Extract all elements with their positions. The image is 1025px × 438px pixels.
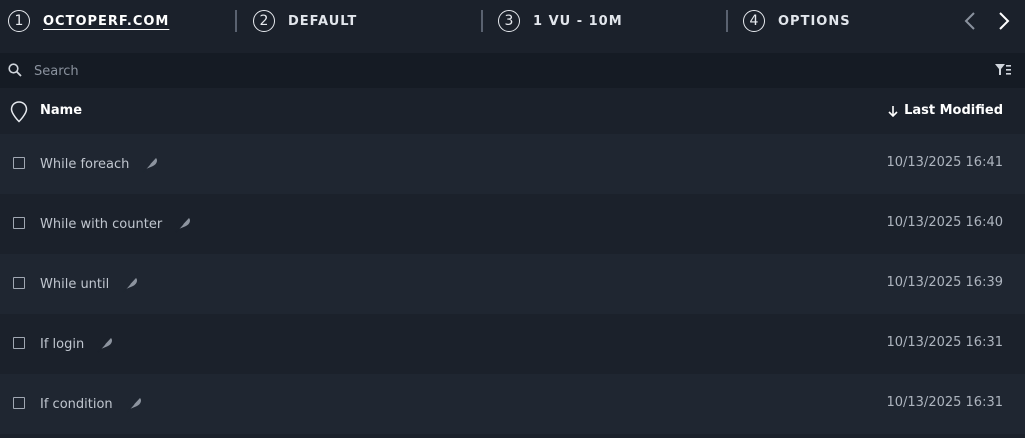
row-last-modified: 10/13/2025 16:41 bbox=[886, 155, 1003, 170]
row-last-modified: 10/13/2025 16:40 bbox=[886, 215, 1003, 230]
row-name-label: If login bbox=[40, 336, 85, 352]
feather-edit-icon[interactable] bbox=[141, 155, 159, 173]
step-divider bbox=[235, 10, 237, 32]
step-label: 1 VU - 10M bbox=[533, 13, 623, 29]
row-checkbox[interactable] bbox=[13, 277, 25, 289]
step-number: 4 bbox=[743, 10, 765, 32]
row-name-label: While foreach bbox=[40, 156, 130, 172]
step-number: 2 bbox=[253, 10, 275, 32]
row-name[interactable]: If condition bbox=[40, 395, 143, 413]
row-checkbox[interactable] bbox=[13, 397, 25, 409]
row-name[interactable]: While until bbox=[40, 275, 139, 293]
row-checkbox[interactable] bbox=[13, 217, 25, 229]
step-number: 1 bbox=[8, 10, 30, 32]
row-name-label: If condition bbox=[40, 396, 113, 412]
step-4[interactable]: 4 OPTIONS bbox=[743, 9, 851, 33]
feather-edit-icon[interactable] bbox=[96, 335, 114, 353]
step-divider bbox=[726, 10, 728, 32]
search-bar bbox=[0, 53, 1025, 88]
row-last-modified: 10/13/2025 16:31 bbox=[886, 335, 1003, 350]
step-label: OCTOPERF.COM bbox=[43, 13, 170, 29]
step-1[interactable]: 1 OCTOPERF.COM bbox=[8, 9, 169, 33]
table-row[interactable]: While foreach 10/13/2025 16:41 bbox=[0, 134, 1025, 194]
chevron-left-icon bbox=[964, 12, 975, 30]
row-name-label: While with counter bbox=[40, 216, 163, 232]
feather-edit-icon[interactable] bbox=[121, 275, 139, 293]
previous-button[interactable] bbox=[960, 8, 980, 34]
row-name-label: While until bbox=[40, 276, 110, 292]
step-label: OPTIONS bbox=[778, 13, 851, 29]
table-row[interactable]: If login 10/13/2025 16:31 bbox=[0, 314, 1025, 374]
next-button[interactable] bbox=[994, 8, 1014, 34]
feather-edit-icon[interactable] bbox=[174, 215, 192, 233]
chevron-right-icon bbox=[999, 12, 1010, 30]
table-row[interactable]: While with counter 10/13/2025 16:40 bbox=[0, 194, 1025, 254]
row-last-modified: 10/13/2025 16:39 bbox=[886, 275, 1003, 290]
column-header-label: Last Modified bbox=[904, 103, 1003, 118]
column-header-last-modified[interactable]: Last Modified bbox=[888, 103, 1003, 118]
step-label: DEFAULT bbox=[288, 13, 358, 29]
row-last-modified: 10/13/2025 16:31 bbox=[886, 395, 1003, 410]
location-pin-icon[interactable] bbox=[10, 101, 28, 123]
row-checkbox[interactable] bbox=[13, 337, 25, 349]
table-header: Name Last Modified bbox=[0, 88, 1025, 134]
table-row[interactable]: While until 10/13/2025 16:39 bbox=[0, 254, 1025, 314]
row-checkbox[interactable] bbox=[13, 157, 25, 169]
step-3[interactable]: 3 1 VU - 10M bbox=[498, 9, 623, 33]
row-name[interactable]: If login bbox=[40, 335, 114, 353]
filter-icon[interactable] bbox=[995, 64, 1011, 76]
row-name[interactable]: While foreach bbox=[40, 155, 159, 173]
column-header-name[interactable]: Name bbox=[40, 103, 82, 118]
stepper: 1 OCTOPERF.COM 2 DEFAULT 3 1 VU - 10M 4 … bbox=[0, 0, 1025, 42]
search-icon bbox=[8, 63, 22, 77]
step-divider bbox=[481, 10, 483, 32]
row-name[interactable]: While with counter bbox=[40, 215, 192, 233]
table-row[interactable]: If condition 10/13/2025 16:31 bbox=[0, 374, 1025, 434]
step-2[interactable]: 2 DEFAULT bbox=[253, 9, 357, 33]
sort-arrow-down-icon bbox=[888, 105, 898, 117]
step-number: 3 bbox=[498, 10, 520, 32]
search-input[interactable] bbox=[32, 60, 936, 82]
feather-edit-icon[interactable] bbox=[125, 395, 143, 413]
